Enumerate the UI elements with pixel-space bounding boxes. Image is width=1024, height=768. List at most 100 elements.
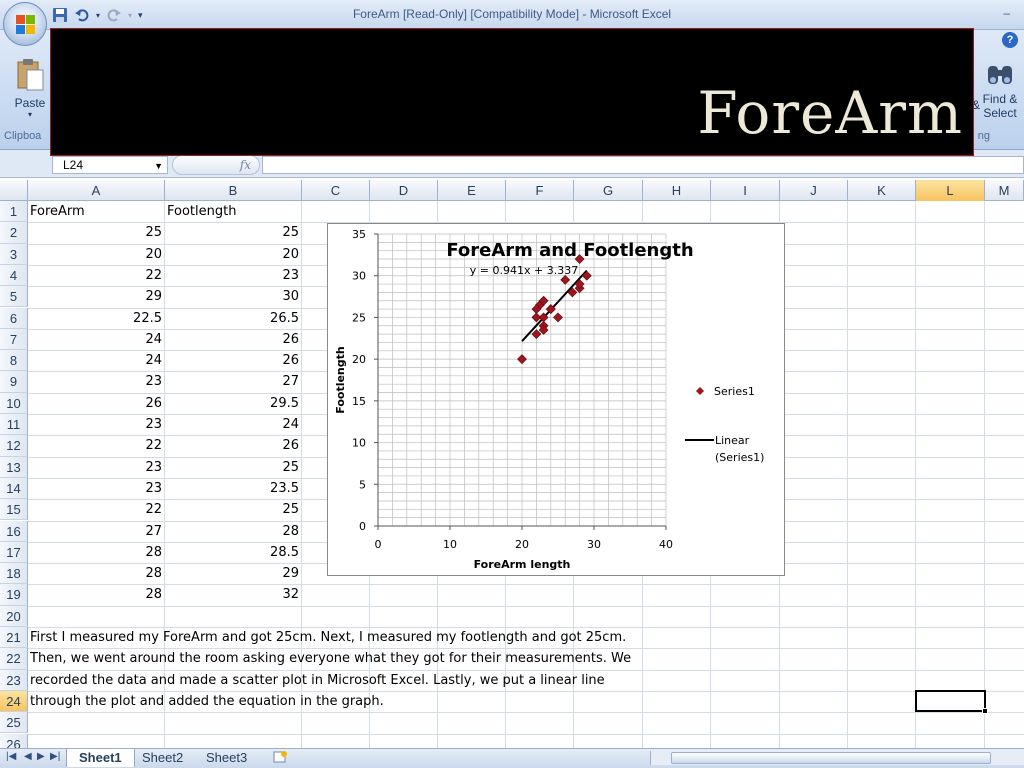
horizontal-scrollbar[interactable] xyxy=(650,751,1024,765)
cell-footlength-value[interactable]: 20 xyxy=(165,244,302,265)
cell-footlength-value[interactable]: 30 xyxy=(165,286,302,307)
cell-forearm-value[interactable]: 22 xyxy=(28,499,165,520)
cell-footlength-value[interactable]: 26 xyxy=(165,329,302,350)
row-header-17[interactable]: 17 xyxy=(0,541,28,564)
row-header-2[interactable]: 2 xyxy=(0,222,28,244)
cell-forearm-value[interactable]: 23 xyxy=(28,371,165,392)
row-header-15[interactable]: 15 xyxy=(0,499,28,521)
column-header-c[interactable]: C xyxy=(302,180,370,201)
cell-forearm-value[interactable]: 20 xyxy=(28,244,165,265)
row-header-21[interactable]: 21 xyxy=(0,627,28,649)
row-header-12[interactable]: 12 xyxy=(0,435,28,457)
office-button[interactable] xyxy=(3,2,47,46)
cell-forearm-value[interactable]: 28 xyxy=(28,584,165,605)
cell-footlength-value[interactable]: 23.5 xyxy=(165,478,302,499)
note-text-line[interactable]: through the plot and added the equation … xyxy=(28,691,668,712)
cell-forearm-value[interactable]: 26 xyxy=(28,393,165,414)
row-header-18[interactable]: 18 xyxy=(0,563,28,585)
cell-forearm-value[interactable]: 22 xyxy=(28,265,165,286)
row-header-5[interactable]: 5 xyxy=(0,286,28,308)
column-header-l[interactable]: L xyxy=(916,180,985,201)
cell-footlength-value[interactable]: 23 xyxy=(165,265,302,286)
horizontal-scroll-thumb[interactable] xyxy=(671,752,991,764)
column-header-b[interactable]: B xyxy=(165,180,302,201)
note-text-line[interactable]: First I measured my ForeArm and got 25cm… xyxy=(28,627,668,648)
cell-a1-header[interactable]: ForeArm xyxy=(28,201,165,222)
row-header-11[interactable]: 11 xyxy=(0,414,28,436)
cell-forearm-value[interactable]: 29 xyxy=(28,286,165,307)
row-header-8[interactable]: 8 xyxy=(0,350,28,372)
cell-forearm-value[interactable]: 28 xyxy=(28,563,165,584)
column-header-i[interactable]: I xyxy=(711,180,780,201)
next-sheet-icon[interactable]: ▶ xyxy=(37,751,45,762)
find-select-button[interactable]: Find & Select xyxy=(980,60,1020,130)
cell-forearm-value[interactable]: 23 xyxy=(28,478,165,499)
cell-footlength-value[interactable]: 25 xyxy=(165,499,302,520)
cell-footlength-value[interactable]: 27 xyxy=(165,371,302,392)
cell-forearm-value[interactable]: 23 xyxy=(28,457,165,478)
insert-sheet-icon[interactable] xyxy=(272,750,288,767)
row-header-22[interactable]: 22 xyxy=(0,648,28,670)
first-sheet-icon[interactable]: |◀ xyxy=(6,751,16,762)
sheet-tab-sheet3[interactable]: Sheet3 xyxy=(194,749,259,767)
column-header-d[interactable]: D xyxy=(370,180,438,201)
column-header-a[interactable]: A xyxy=(28,180,165,201)
paste-button[interactable]: Paste ▾ xyxy=(8,58,52,128)
sheet-tab-sheet2[interactable]: Sheet2 xyxy=(130,749,195,767)
column-header-m[interactable]: M xyxy=(985,180,1024,201)
scatter-chart[interactable]: 0 5 10 15 20 25 30 35 0 10 20 30 40 ForeArm length Foo… xyxy=(327,223,785,576)
column-header-h[interactable]: H xyxy=(643,180,711,201)
cell-footlength-value[interactable]: 24 xyxy=(165,414,302,435)
row-header-13[interactable]: 13 xyxy=(0,456,28,478)
cell-forearm-value[interactable]: 28 xyxy=(28,542,165,563)
row-header-26[interactable]: 26 xyxy=(0,733,28,748)
row-header-9[interactable]: 9 xyxy=(0,371,28,393)
cell-forearm-value[interactable]: 22 xyxy=(28,435,165,456)
cell-footlength-value[interactable]: 26.5 xyxy=(165,308,302,329)
row-header-19[interactable]: 19 xyxy=(0,584,28,606)
minimize-button[interactable]: – xyxy=(1003,6,1010,20)
row-header-3[interactable]: 3 xyxy=(0,243,28,265)
column-header-f[interactable]: F xyxy=(506,180,574,201)
cell-forearm-value[interactable]: 24 xyxy=(28,350,165,371)
cell-footlength-value[interactable]: 26 xyxy=(165,435,302,456)
insert-function-button[interactable]: fx xyxy=(172,155,260,175)
fill-handle[interactable] xyxy=(982,708,988,714)
help-icon[interactable]: ? xyxy=(1002,32,1018,48)
row-header-6[interactable]: 6 xyxy=(0,307,28,329)
cell-footlength-value[interactable]: 32 xyxy=(165,584,302,605)
cell-forearm-value[interactable]: 25 xyxy=(28,222,165,243)
cell-forearm-value[interactable]: 24 xyxy=(28,329,165,350)
cell-forearm-value[interactable]: 23 xyxy=(28,414,165,435)
sheet-tab-sheet1[interactable]: Sheet1 xyxy=(66,749,135,767)
row-header-1[interactable]: 1 xyxy=(0,201,28,223)
cell-footlength-value[interactable]: 28.5 xyxy=(165,542,302,563)
cell-footlength-value[interactable]: 25 xyxy=(165,457,302,478)
note-text-line[interactable]: recorded the data and made a scatter plo… xyxy=(28,670,668,691)
row-header-23[interactable]: 23 xyxy=(0,669,28,691)
row-header-10[interactable]: 10 xyxy=(0,392,28,414)
row-header-24[interactable]: 24 xyxy=(0,690,28,713)
cell-forearm-value[interactable]: 27 xyxy=(28,521,165,542)
formula-input[interactable] xyxy=(262,156,1024,174)
column-header-g[interactable]: G xyxy=(574,180,643,201)
cell-footlength-value[interactable]: 25 xyxy=(165,222,302,243)
active-cell-cursor[interactable] xyxy=(915,690,988,714)
cell-footlength-value[interactable]: 26 xyxy=(165,350,302,371)
column-header-e[interactable]: E xyxy=(438,180,506,201)
note-text-line[interactable]: Then, we went around the room asking eve… xyxy=(28,648,668,669)
name-box-dropdown-icon[interactable]: ▼ xyxy=(154,158,163,174)
row-header-14[interactable]: 14 xyxy=(0,477,28,500)
prev-sheet-icon[interactable]: ◀ xyxy=(24,751,32,762)
cell-footlength-value[interactable]: 29 xyxy=(165,563,302,584)
cell-forearm-value[interactable]: 22.5 xyxy=(28,308,165,329)
column-header-j[interactable]: J xyxy=(780,180,848,201)
row-header-20[interactable]: 20 xyxy=(0,605,28,627)
name-box[interactable]: L24 ▼ xyxy=(52,156,168,174)
row-header-7[interactable]: 7 xyxy=(0,328,28,351)
column-header-k[interactable]: K xyxy=(848,180,916,201)
row-header-4[interactable]: 4 xyxy=(0,264,28,287)
row-header-16[interactable]: 16 xyxy=(0,520,28,542)
select-all-corner[interactable] xyxy=(0,180,28,201)
cell-b1-header[interactable]: Footlength xyxy=(165,201,302,222)
